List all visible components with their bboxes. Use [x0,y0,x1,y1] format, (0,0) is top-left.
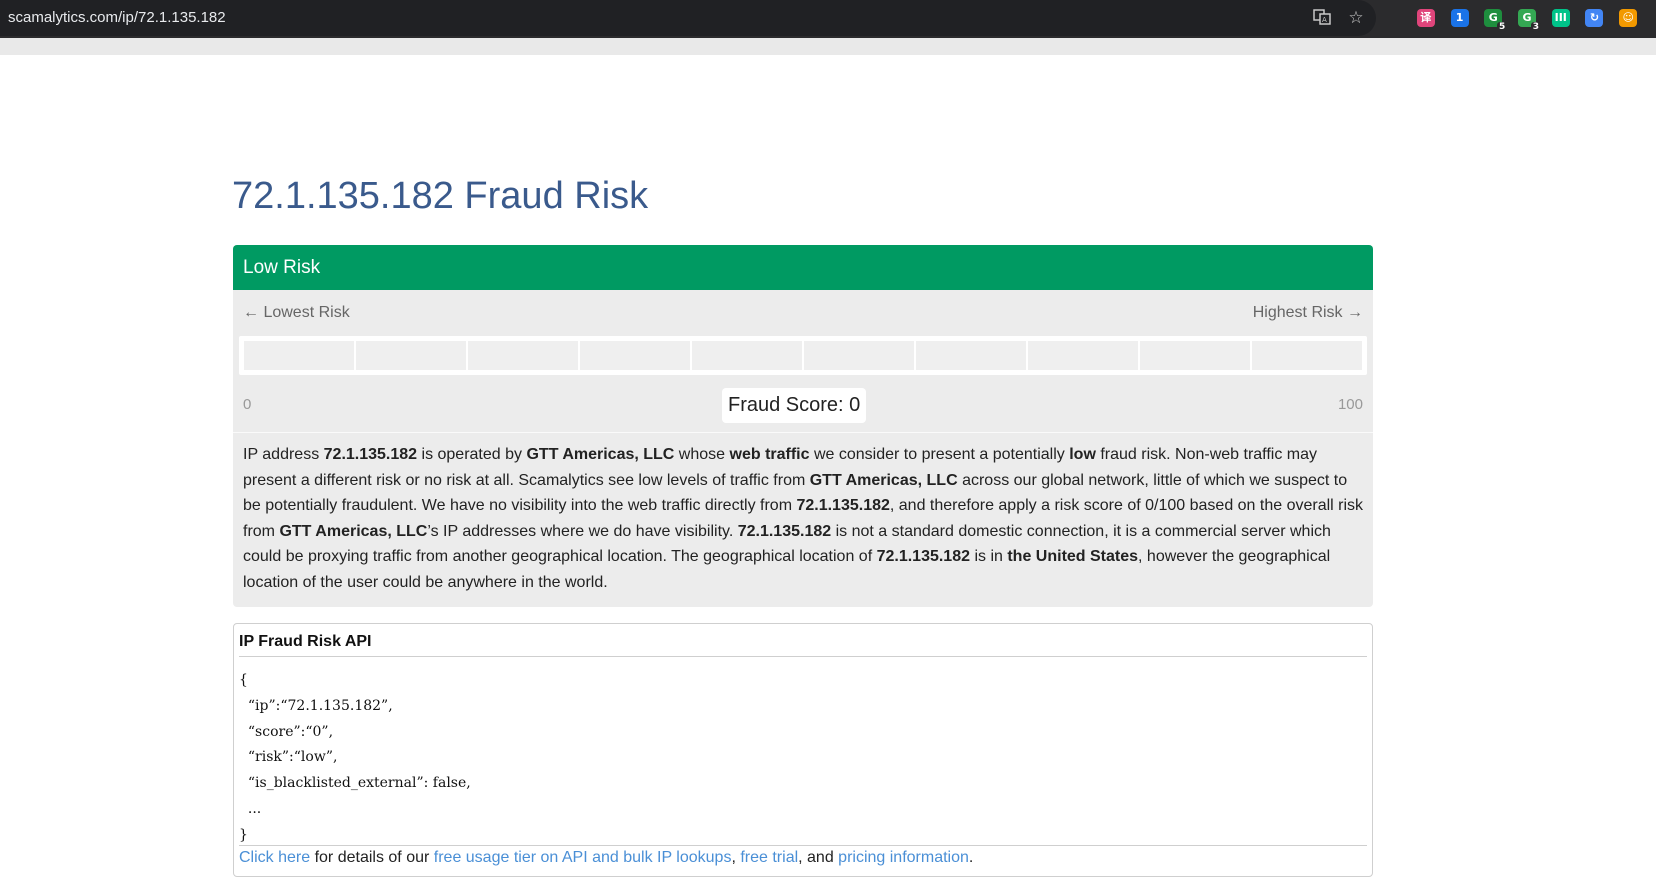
api-divider-top [239,656,1367,657]
ext-icon-bars[interactable]: III [1551,9,1570,27]
score-max-label: 100 [1337,396,1363,413]
api-panel: IP Fraud Risk API { “ip”:“72.1.135.182”,… [233,623,1373,877]
svg-text:A: A [1322,16,1327,24]
risk-bar-segment [1028,341,1138,370]
lowest-risk-label: ← Lowest Risk [243,304,350,321]
risk-bar-segment [580,341,690,370]
bookmark-star-icon[interactable]: ☆ [1346,8,1366,28]
risk-description: IP address 72.1.135.182 is operated by G… [243,446,1364,591]
api-code-sample: { “ip”:“72.1.135.182”, “score”:“0”, “ris… [239,668,471,849]
bookmark-bar [0,38,1656,55]
url-text[interactable]: scamalytics.com/ip/72.1.135.182 [8,9,226,26]
risk-bar-segment [244,341,354,370]
browser-toolbar: scamalytics.com/ip/72.1.135.182 A ☆ 译1 G5… [0,0,1656,38]
risk-bar-segment [356,341,466,370]
ext-icon-share[interactable]: ↻ [1585,9,1604,27]
fraud-score-value: 0 [849,394,861,416]
risk-bar-segment [468,341,578,370]
risk-bar-segment [692,341,802,370]
risk-score-bar [239,336,1367,375]
ext-icon-green-shield-2[interactable]: G3 [1518,9,1542,32]
country: the United States [1007,548,1139,566]
ext-icon-green-shield[interactable]: G5 [1484,9,1508,32]
divider [233,432,1373,433]
api-title: IP Fraud Risk API [239,633,372,650]
api-divider-bottom [239,845,1367,846]
extension-badge: 3 [1530,22,1542,32]
code-line: “is_blacklisted_external”: false, [239,775,471,792]
api-footer: Click here for details of our free usage… [239,849,974,866]
ip-address: 72.1.135.182 [323,446,418,463]
fraud-score-label: Fraud Score: [728,394,850,416]
pricing-information-link[interactable]: pricing information [838,849,969,866]
ext-icon-onepassword[interactable]: 1 [1450,9,1469,27]
score-min-label: 0 [243,396,252,413]
code-line: “risk”:“low”, [239,749,338,766]
free-usage-tier-link[interactable]: free usage tier on API and bulk IP looku… [434,849,732,866]
isp-name: GTT Americas, LLC [526,446,675,463]
risk-bar-segment [1252,341,1362,370]
risk-panel: Low Risk ← Lowest Risk Highest Risk → 0 … [233,245,1373,607]
extension-badge: 5 [1497,22,1508,32]
page-title: 72.1.135.182 Fraud Risk [232,175,649,217]
risk-bar-segment [1140,341,1250,370]
risk-bar-segment [804,341,914,370]
fraud-score-box: Fraud Score: 0 [722,388,867,423]
translate-icon[interactable]: A [1312,8,1332,28]
highest-risk-label: Highest Risk → [1252,304,1363,321]
code-line: “ip”:“72.1.135.182”, [239,697,393,714]
code-line: “score”:“0”, [239,723,334,740]
free-trial-link[interactable]: free trial [740,849,798,866]
ext-icon-1[interactable]: 译 [1416,9,1435,27]
address-bar[interactable]: scamalytics.com/ip/72.1.135.182 A ☆ [0,0,1376,36]
click-here-link[interactable]: Click here [239,849,310,866]
ext-icon-fox[interactable]: ☺ [1619,9,1638,27]
risk-bar-segment [916,341,1026,370]
code-line: { [239,672,248,688]
code-line: ... [239,800,262,817]
risk-level-header: Low Risk [233,245,1373,290]
